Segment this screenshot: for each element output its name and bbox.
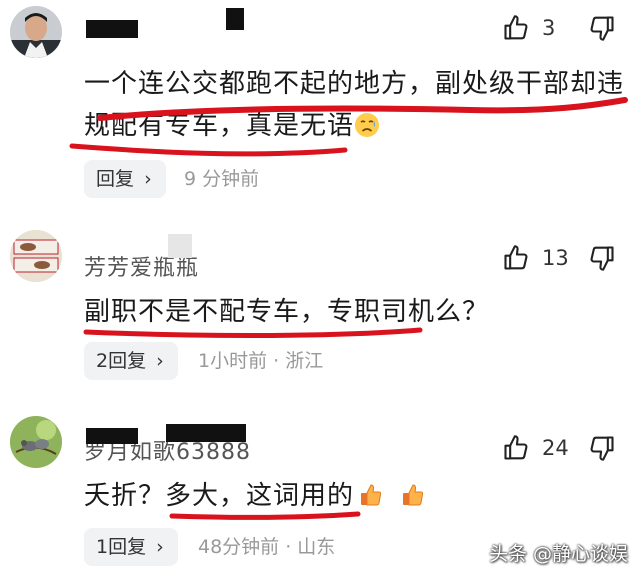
comment-time: 9 分钟前 (184, 168, 260, 190)
thumbs-up-icon (504, 245, 528, 270)
thumbs-up-icon (504, 435, 528, 460)
comment-time: 48分钟前 · 山东 (198, 536, 336, 558)
comment-actions: 3 (440, 10, 640, 50)
reply-button[interactable]: 2回复 › (84, 342, 178, 380)
comment-text: 夭折？多大，这词用的 (84, 481, 355, 511)
dislike-button[interactable] (588, 14, 622, 48)
comment-time: 1小时前 · 浙江 (198, 350, 324, 372)
like-count: 24 (542, 436, 569, 460)
redacted-username (86, 20, 138, 38)
comment-text-row: 夭折？多大，这词用的 (84, 474, 426, 518)
comment-text-line2: 规配有专车，真是无语 (84, 111, 355, 141)
like-button[interactable]: 24 (502, 430, 592, 470)
avatar[interactable] (10, 230, 62, 282)
chevron-right-icon: › (144, 168, 152, 190)
sad-emoji (354, 108, 380, 137)
like-count: 3 (542, 16, 556, 40)
like-count: 13 (542, 246, 569, 270)
redaction-box (168, 234, 192, 258)
avatar[interactable] (10, 6, 62, 58)
avatar[interactable] (10, 416, 62, 468)
redacted-username (226, 8, 244, 30)
thumbs-up-emoji (358, 478, 384, 506)
reply-button[interactable]: 1回复 › (84, 528, 178, 566)
comment-text: 一个连公交都跑不起的地方，副处级干部却违 (84, 69, 625, 99)
dislike-button[interactable] (588, 434, 622, 468)
like-button[interactable]: 13 (502, 240, 592, 280)
redacted-username (86, 428, 138, 444)
comment-text-continued: 规配有专车，真是无语 (84, 104, 380, 148)
reply-label: 2回复 (96, 350, 147, 372)
like-button[interactable]: 3 (502, 10, 592, 50)
chevron-right-icon: › (156, 350, 164, 372)
thumbs-up-icon (504, 15, 528, 40)
reply-button[interactable]: 回复 › (84, 160, 166, 198)
comment-2: 芳芳爱瓶瓶 13 副职不是不配专车，专职司机么？ 2回复 › 1小时前 · 浙江 (0, 222, 640, 402)
comment-actions: 13 (440, 240, 640, 280)
reply-label: 1回复 (96, 536, 147, 558)
thumbs-down-icon (590, 436, 614, 461)
redacted-username (166, 424, 246, 442)
watermark: 头条 @静心谈娱 (488, 543, 628, 565)
thumbs-down-icon (590, 246, 614, 271)
thumbs-down-icon (590, 16, 614, 41)
comment-actions: 24 (440, 430, 640, 470)
chevron-right-icon: › (156, 536, 164, 558)
comment-text: 副职不是不配专车，专职司机么？ (84, 297, 490, 327)
dislike-button[interactable] (588, 244, 622, 278)
reply-label: 回复 (96, 168, 135, 190)
thumbs-up-emoji (400, 478, 426, 506)
comment-1: 3 一个连公交都跑不起的地方，副处级干部却违 规配有专车，真是无语 回复 › 9… (0, 0, 640, 200)
